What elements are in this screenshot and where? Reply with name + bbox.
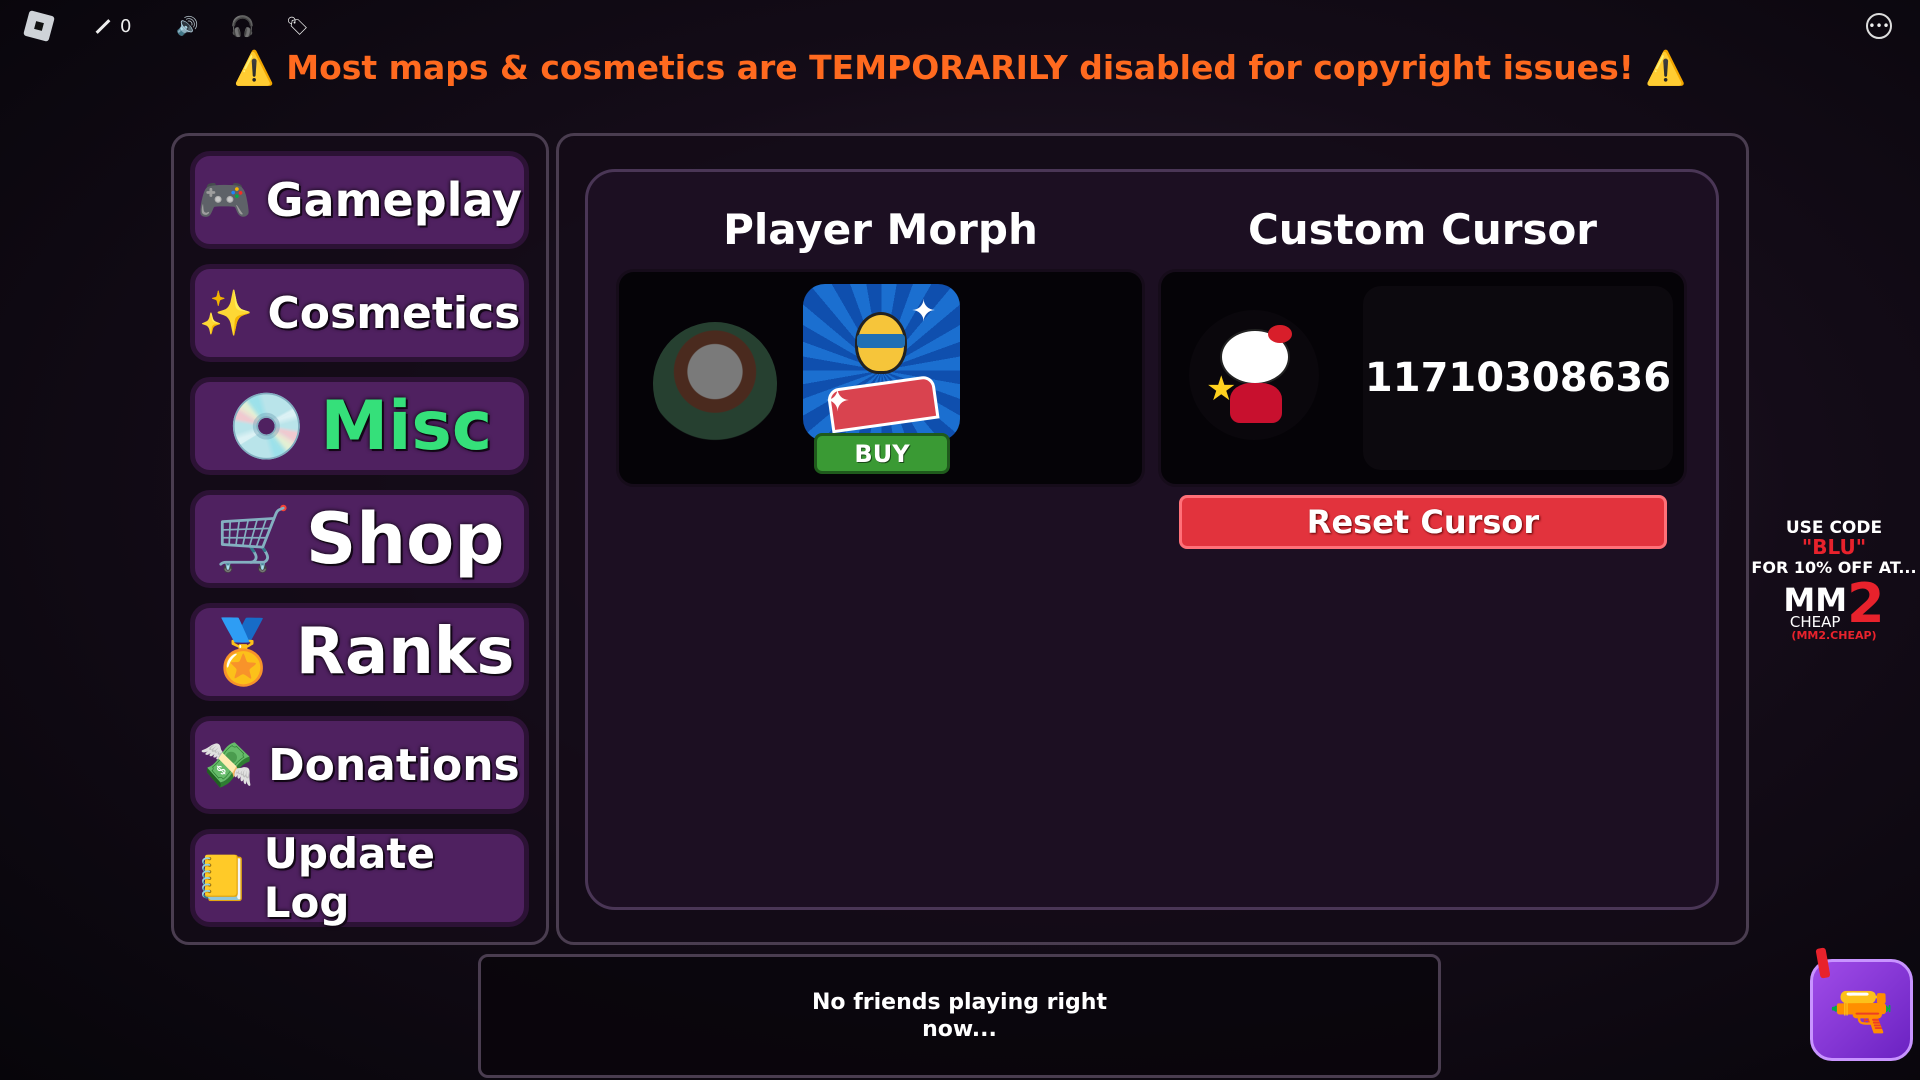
sidebar-item-label: Ranks (295, 615, 515, 689)
disc-icon: 💿 (226, 389, 307, 464)
banner-text: Most maps & cosmetics are TEMPORARILY di… (286, 48, 1634, 87)
gamepad-icon: 🎮 (196, 175, 252, 226)
roblox-menu-button[interactable] (23, 10, 55, 42)
sidebar-item-donations[interactable]: 💸 Donations (190, 716, 529, 814)
sidebar-item-label: Donations (268, 739, 520, 791)
friends-status: No friends playing right now... (478, 954, 1441, 1078)
sidebar-item-misc[interactable]: 💿 Misc (190, 377, 529, 475)
sidebar-item-cosmetics[interactable]: ✨ Cosmetics (190, 264, 529, 362)
sidebar-item-label: Cosmetics (267, 287, 521, 339)
notebook-icon: 📒 (195, 853, 250, 904)
friends-text-line1: No friends playing right (812, 990, 1107, 1015)
headphones-icon[interactable]: 🎧 (230, 14, 255, 38)
player-avatar (653, 322, 777, 446)
sword-counter[interactable]: 0 (94, 14, 131, 38)
cursor-preview: ★ (1189, 310, 1319, 440)
speaker-icon[interactable]: 🔊 (176, 14, 198, 38)
sidebar-item-label: Gameplay (265, 173, 523, 227)
more-icon[interactable]: ••• (1866, 13, 1892, 39)
player-morph-title: Player Morph (723, 205, 1038, 254)
roblox-logo-icon (23, 10, 55, 42)
sword-count: 0 (120, 15, 132, 37)
copyright-banner: ⚠️ Most maps & cosmetics are TEMPORARILY… (0, 48, 1920, 88)
ad-code: "BLU" (1801, 535, 1867, 559)
custom-cursor-title: Custom Cursor (1247, 205, 1598, 254)
sidebar-item-label: Shop (305, 498, 505, 580)
ad-url: (MM2.CHEAP) (1791, 629, 1877, 642)
warning-icon: ⚠️ (233, 48, 275, 87)
cursor-id-input[interactable]: 11710308636 (1363, 286, 1673, 470)
mm2-cheap-logo: MM CHEAP 2 (1783, 572, 1885, 635)
sidebar-item-label: Misc (320, 386, 493, 466)
reset-cursor-button[interactable]: Reset Cursor (1179, 495, 1667, 549)
buy-button[interactable]: BUY (814, 433, 950, 474)
friends-text-line2: now... (922, 1017, 997, 1042)
promo-ad: USE CODE "BLU" FOR 10% OFF AT... MM CHEA… (1751, 518, 1917, 642)
sparkles-icon: ✨ (198, 288, 254, 339)
player-morph-box: ✦ ✦ BUY (616, 269, 1145, 487)
cart-icon: 🛒 (214, 502, 292, 575)
tag-icon[interactable]: 🏷 (286, 14, 309, 38)
sidebar-item-label: Update Log (263, 829, 435, 927)
morph-item[interactable]: ✦ ✦ (803, 284, 960, 441)
sidebar-item-ranks[interactable]: 🏅 Ranks (190, 603, 529, 701)
ad-line2: FOR 10% OFF AT... (1751, 558, 1917, 577)
medal-icon: 🏅 (204, 615, 282, 688)
warning-icon: ⚠️ (1645, 48, 1687, 87)
sidebar-item-update-log[interactable]: 📒 Update Log (190, 829, 529, 927)
sidebar-item-shop[interactable]: 🛒 Shop (190, 490, 529, 588)
money-icon: 💸 (199, 740, 255, 791)
custom-cursor-box: ★ 11710308636 (1158, 269, 1687, 487)
gun-icon: 🔫 (1829, 980, 1894, 1041)
sidebar-item-gameplay[interactable]: 🎮 Gameplay (190, 151, 529, 249)
sword-icon (95, 18, 111, 34)
